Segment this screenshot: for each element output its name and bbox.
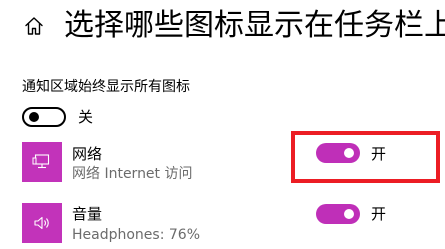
always-show-all-icons-state: 关 bbox=[78, 108, 94, 126]
network-tile bbox=[22, 142, 62, 182]
network-subtitle: 网络 Internet 访问 bbox=[72, 166, 193, 182]
always-show-all-icons-label: 通知区域始终显示所有图标 bbox=[22, 79, 190, 95]
network-title: 网络 bbox=[72, 145, 103, 163]
settings-page: 选择哪些图标显示在任务栏上 通知区域始终显示所有图标 关 网络 网络 Inter… bbox=[0, 0, 445, 249]
page-title: 选择哪些图标显示在任务栏上 bbox=[64, 8, 445, 43]
volume-subtitle: Headphones: 76% bbox=[72, 227, 200, 243]
home-icon[interactable] bbox=[21, 13, 47, 39]
volume-toggle-state: 开 bbox=[371, 205, 387, 223]
volume-title: 音量 bbox=[72, 205, 103, 223]
volume-tile bbox=[22, 203, 62, 243]
highlight-box bbox=[291, 131, 440, 183]
always-show-all-icons-toggle[interactable] bbox=[22, 107, 66, 127]
volume-toggle[interactable] bbox=[316, 204, 360, 224]
network-icon bbox=[32, 154, 50, 169]
toggle-knob bbox=[344, 209, 354, 219]
toggle-knob bbox=[29, 112, 39, 122]
volume-icon bbox=[34, 216, 49, 230]
